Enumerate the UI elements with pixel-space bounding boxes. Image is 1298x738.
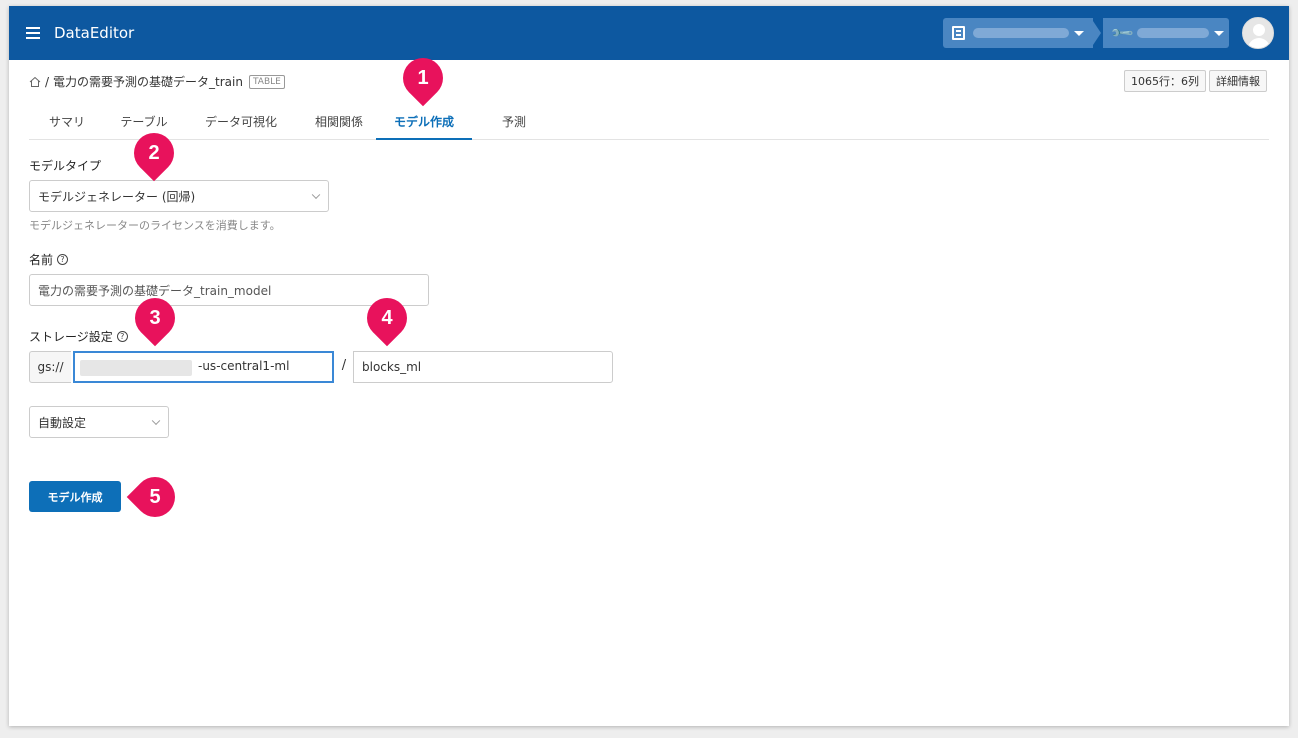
tool-name-redacted: [1137, 28, 1209, 38]
chevron-down-icon: [311, 190, 321, 200]
name-label: 名前 ?: [29, 251, 69, 268]
hamburger-menu-icon[interactable]: [26, 27, 40, 39]
model-type-hint: モデルジェネレーターのライセンスを消費します。: [29, 219, 281, 232]
model-type-select[interactable]: モデルジェネレーター (回帰): [29, 180, 329, 212]
app-window: DataEditor 🔧 / 電力の需要予測の基礎データ_train TABLE…: [9, 6, 1289, 726]
create-model-button[interactable]: モデル作成: [29, 481, 121, 512]
breadcrumb-separator: /: [45, 74, 50, 89]
breadcrumb: / 電力の需要予測の基礎データ_train TABLE: [29, 73, 285, 90]
step-marker-5: 5: [126, 468, 184, 526]
step-marker-2: 2: [125, 124, 183, 182]
caret-down-icon: [1074, 31, 1084, 36]
details-button[interactable]: 詳細情報: [1209, 70, 1267, 92]
step-marker-4: 4: [358, 289, 416, 347]
storage-prefix: gs://: [29, 351, 71, 383]
rows-cols-badge: 1065行：6列: [1124, 70, 1206, 92]
step-marker-3: 3: [126, 289, 184, 347]
model-type-label: モデルタイプ: [29, 159, 102, 173]
help-icon[interactable]: ?: [116, 331, 128, 342]
storage-label: ストレージ設定 ?: [29, 328, 128, 345]
bucket-suffix: -us-central1-ml: [198, 359, 290, 373]
user-avatar[interactable]: [1242, 17, 1274, 49]
model-type-value: モデルジェネレーター (回帰): [38, 189, 196, 204]
app-title: DataEditor: [54, 24, 135, 42]
tab-correlation[interactable]: 相関関係: [299, 109, 379, 140]
tab-bar: サマリ テーブル データ可視化 相関関係 モデル作成 予測: [29, 109, 1269, 140]
tab-model-create[interactable]: モデル作成: [376, 109, 472, 140]
tab-summary[interactable]: サマリ: [29, 109, 105, 140]
folder-input[interactable]: blocks_ml: [353, 351, 613, 383]
help-icon[interactable]: ?: [57, 254, 69, 265]
project-name-redacted: [973, 28, 1069, 38]
bucket-name-redacted: [80, 360, 192, 376]
caret-down-icon: [1214, 31, 1224, 36]
wrench-icon: 🔧: [1109, 20, 1136, 46]
step-marker-1: 1: [394, 49, 452, 107]
bucket-input[interactable]: -us-central1-ml: [73, 351, 334, 383]
table-badge: TABLE: [248, 74, 285, 89]
tool-selector[interactable]: 🔧: [1103, 18, 1229, 48]
auto-setting-select[interactable]: 自動設定: [29, 406, 169, 438]
breadcrumb-chevron: [1091, 18, 1101, 48]
chevron-down-icon: [151, 416, 161, 426]
path-separator: /: [341, 358, 347, 373]
app-header: DataEditor 🔧: [9, 6, 1289, 60]
folder-value: blocks_ml: [362, 360, 422, 374]
project-selector[interactable]: [943, 18, 1093, 48]
home-icon[interactable]: [29, 76, 41, 88]
building-icon: [952, 26, 965, 40]
tab-prediction[interactable]: 予測: [484, 109, 544, 140]
breadcrumb-dataset[interactable]: 電力の需要予測の基礎データ_train: [53, 73, 243, 90]
auto-setting-value: 自動設定: [38, 415, 87, 430]
tab-visualization[interactable]: データ可視化: [191, 109, 291, 140]
